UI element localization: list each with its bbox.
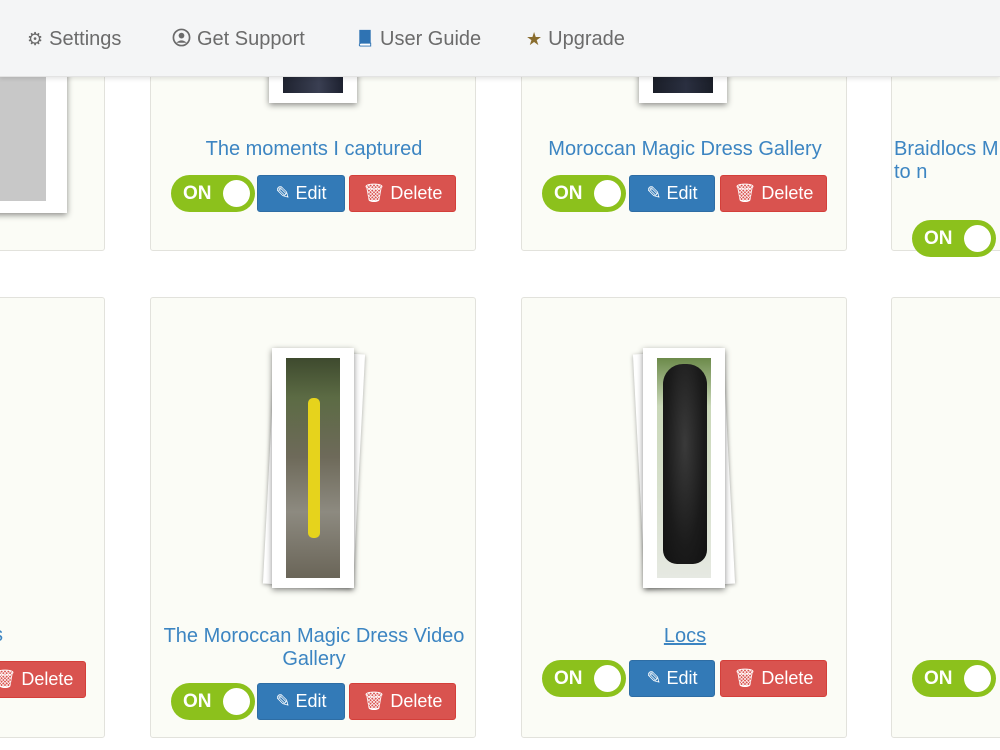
toggle-knob <box>594 665 621 692</box>
gallery-card: The Moroccan Magic Dress Video Gallery O… <box>150 297 476 738</box>
edit-icon: ✎ <box>646 183 662 203</box>
nav-settings-label: Settings <box>49 27 122 50</box>
delete-label: Delete <box>21 669 74 689</box>
star-icon: ★ <box>526 29 543 49</box>
delete-button[interactable]: 🗑 Delete <box>349 683 456 720</box>
gallery-title-link[interactable]: The moments I captured <box>151 138 477 161</box>
nav-user-guide-label: User Guide <box>380 27 482 50</box>
gallery-title-link[interactable]: The Moroccan Magic Dress Video Gallery <box>151 625 477 671</box>
nav-get-support-label: Get Support <box>197 27 305 50</box>
nav-upgrade-label: Upgrade <box>548 27 625 50</box>
nav-get-support[interactable]: Get Support <box>172 26 305 52</box>
edit-label: Edit <box>666 668 698 688</box>
gallery-thumbnail <box>0 61 46 201</box>
toggle-on-label: ON <box>183 183 212 204</box>
gallery-card: ON <box>891 297 1000 738</box>
gallery-title-link[interactable]: Moroccan Magic Dress Gallery <box>522 138 848 161</box>
gallery-on-toggle[interactable]: ON <box>542 175 626 212</box>
delete-button[interactable]: 🗑 Delete <box>0 661 86 698</box>
toggle-on-label: ON <box>183 691 212 712</box>
edit-button[interactable]: ✎ Edit <box>629 660 715 697</box>
delete-button[interactable]: 🗑 Delete <box>720 660 827 697</box>
toggle-knob <box>964 665 991 692</box>
edit-label: Edit <box>295 691 327 711</box>
gallery-title-link[interactable]: Locs <box>522 625 848 648</box>
toggle-on-label: ON <box>924 668 953 689</box>
edit-button[interactable]: ✎ Edit <box>629 175 715 212</box>
toggle-on-label: ON <box>924 228 953 249</box>
gallery-title-link[interactable]: Braidlocs M hair to n <box>894 138 1000 184</box>
toggle-knob <box>223 180 250 207</box>
toggle-on-label: ON <box>554 183 583 204</box>
edit-button[interactable]: ✎ Edit <box>257 175 345 212</box>
edit-icon: ✎ <box>646 668 662 688</box>
edit-button[interactable]: ✎ Edit <box>257 683 345 720</box>
gallery-on-toggle[interactable]: ON <box>171 175 255 212</box>
trash-icon: 🗑 <box>733 668 757 688</box>
delete-label: Delete <box>761 668 814 688</box>
gallery-thumbnail-frame <box>0 61 67 213</box>
book-icon <box>356 28 374 50</box>
top-nav-bar: ⚙ Settings Get Support User Guide ★ Upgr… <box>0 0 1000 77</box>
toggle-knob <box>964 225 991 252</box>
gallery-card: Locs ON ✎ Edit 🗑 Delete <box>521 297 847 738</box>
gallery-thumbnail-frame <box>272 348 354 588</box>
toggle-knob <box>223 688 250 715</box>
toggle-on-label: ON <box>554 668 583 689</box>
delete-label: Delete <box>390 183 443 203</box>
edit-icon: ✎ <box>275 691 291 711</box>
gallery-on-toggle[interactable]: ON <box>542 660 626 697</box>
nav-settings[interactable]: ⚙ Settings <box>27 26 121 52</box>
gallery-thumbnail <box>657 358 711 578</box>
gallery-title-link[interactable]: s <box>0 624 5 647</box>
trash-icon: 🗑 <box>362 183 386 203</box>
trash-icon: 🗑 <box>362 691 386 711</box>
nav-user-guide[interactable]: User Guide <box>356 26 481 52</box>
nav-upgrade[interactable]: ★ Upgrade <box>526 26 625 52</box>
delete-label: Delete <box>761 183 814 203</box>
trash-icon: 🗑 <box>0 669 17 689</box>
edit-label: Edit <box>666 183 698 203</box>
user-circle-icon <box>172 28 191 50</box>
gear-icon: ⚙ <box>27 29 44 49</box>
delete-button[interactable]: 🗑 Delete <box>720 175 827 212</box>
delete-button[interactable]: 🗑 Delete <box>349 175 456 212</box>
edit-icon: ✎ <box>275 183 291 203</box>
toggle-knob <box>594 180 621 207</box>
gallery-thumbnail-frame <box>643 348 725 588</box>
gallery-on-toggle[interactable]: ON <box>171 683 255 720</box>
gallery-on-toggle[interactable]: ON <box>912 220 996 257</box>
trash-icon: 🗑 <box>733 183 757 203</box>
delete-label: Delete <box>390 691 443 711</box>
gallery-card: s 🗑 Delete <box>0 297 105 738</box>
gallery-thumbnail <box>286 358 340 578</box>
gallery-on-toggle[interactable]: ON <box>912 660 996 697</box>
edit-label: Edit <box>295 183 327 203</box>
